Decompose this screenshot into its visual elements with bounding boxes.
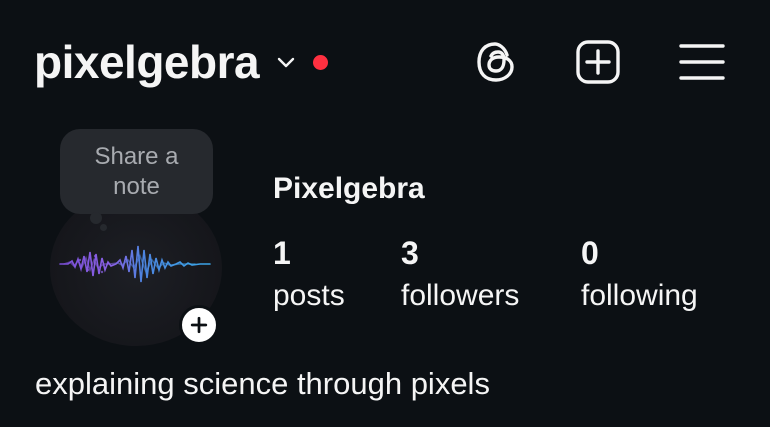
create-post-icon[interactable] (574, 38, 622, 86)
posts-label: posts (273, 279, 345, 312)
top-bar: pixelgebra (0, 0, 770, 120)
note-tail-dot-small (100, 224, 107, 231)
note-line-2: note (113, 172, 160, 200)
following-count: 0 (581, 235, 599, 271)
profile-avatar-area[interactable] (50, 190, 224, 350)
share-note-bubble[interactable]: Share a note (60, 129, 213, 214)
posts-count: 1 (273, 235, 291, 271)
username-title: pixelgebra (34, 36, 260, 88)
followers-label: followers (401, 279, 520, 312)
followers-count: 3 (401, 235, 419, 271)
profile-bio: explaining science through pixels (35, 366, 490, 401)
followers-stat[interactable]: 3 followers (401, 234, 519, 320)
posts-stat[interactable]: 1 posts (273, 234, 345, 320)
note-tail-dot (90, 212, 102, 224)
account-switcher[interactable]: pixelgebra (34, 32, 329, 92)
chevron-down-icon (277, 57, 295, 68)
display-name: Pixelgebra (273, 172, 425, 205)
add-story-icon[interactable] (179, 305, 219, 345)
following-label: following (581, 279, 698, 312)
threads-icon[interactable] (472, 38, 520, 86)
following-stat[interactable]: 0 following (581, 234, 698, 320)
hamburger-menu-icon[interactable] (678, 38, 726, 86)
note-line-1: Share a (94, 142, 179, 170)
notification-dot (313, 54, 329, 70)
